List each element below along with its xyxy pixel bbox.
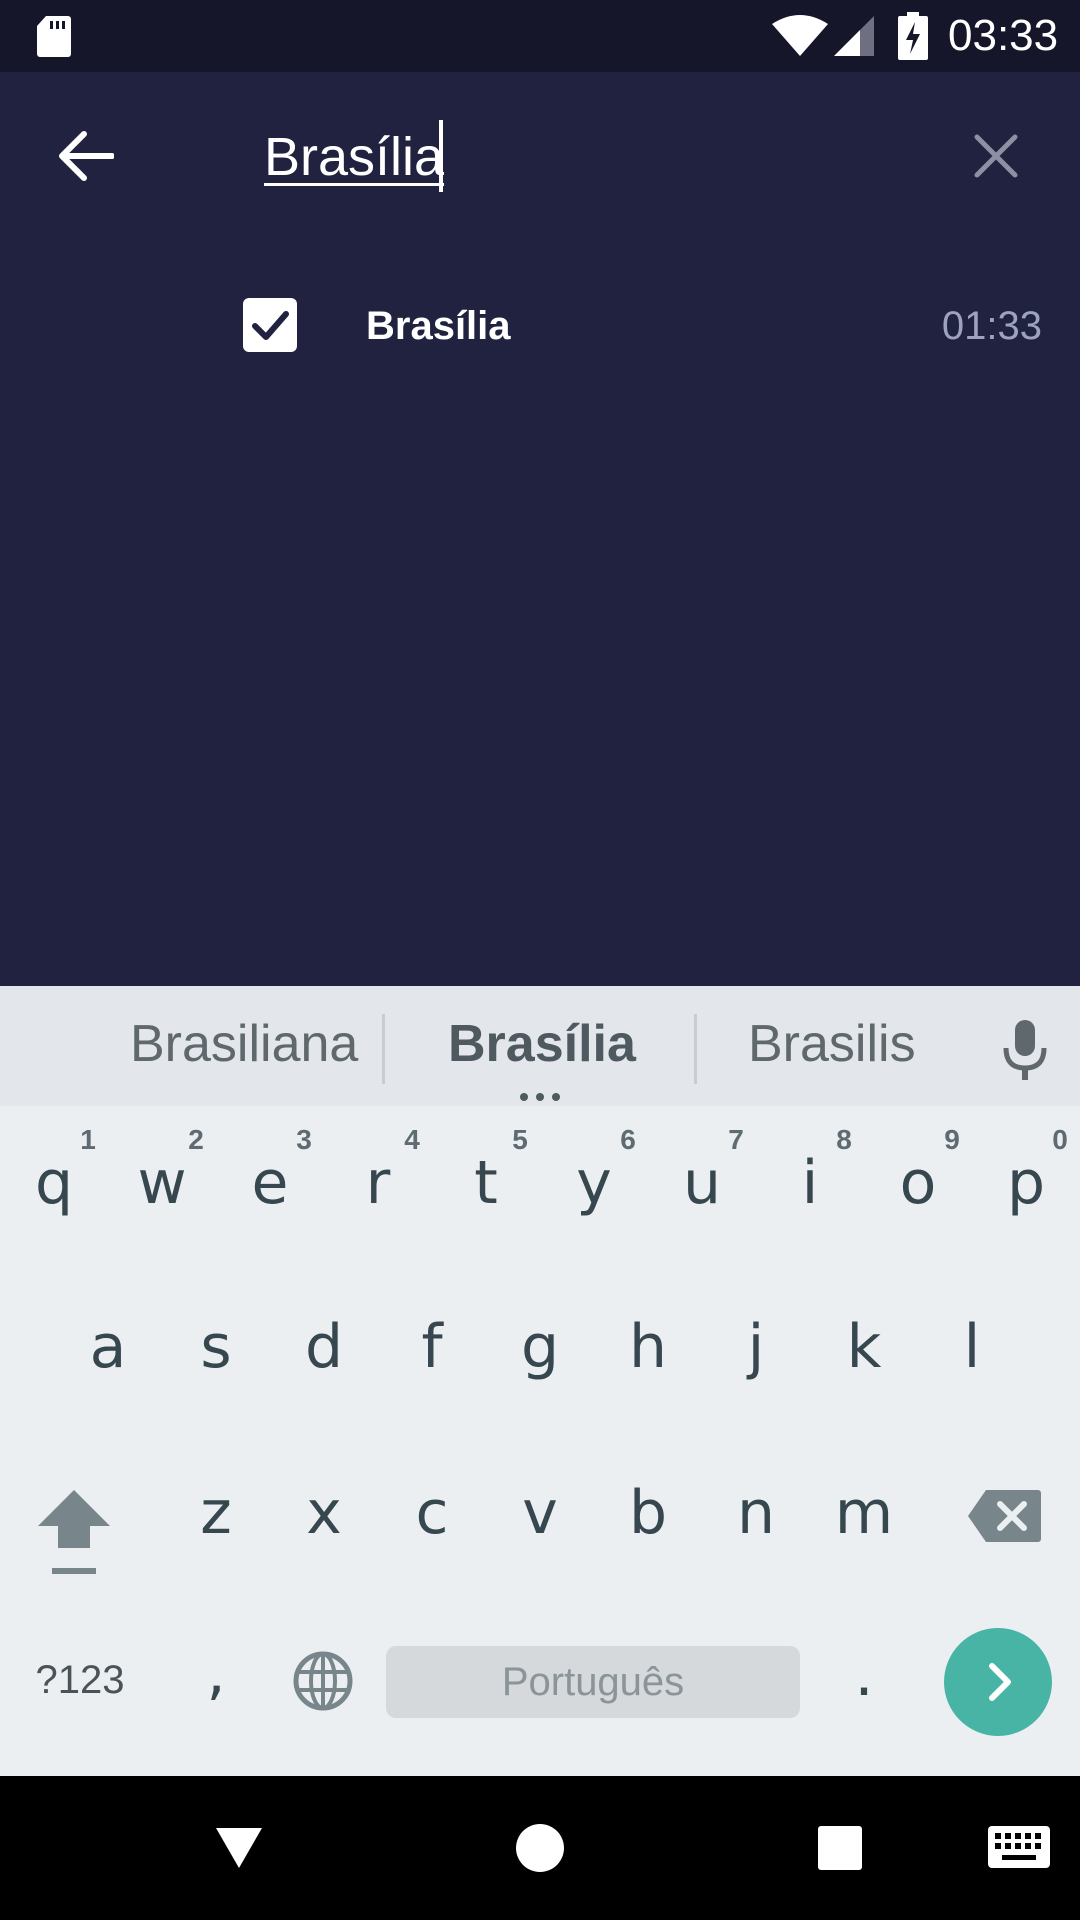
symbols-key[interactable]: ?123 [28,1648,132,1712]
nav-home-icon[interactable] [516,1824,564,1872]
nav-recents-icon[interactable] [818,1826,862,1870]
key-m[interactable]: m [824,1478,904,1548]
key-g[interactable]: g [500,1312,580,1382]
suggestion-divider [382,1014,385,1084]
key-n[interactable]: n [716,1478,796,1548]
back-arrow-icon[interactable] [58,130,114,182]
search-bar [0,72,1080,312]
key-b[interactable]: b [608,1478,688,1548]
suggestion-center[interactable]: Brasília [448,1008,636,1080]
result-city-name: Brasília [366,304,511,348]
key-t[interactable]: t [446,1148,526,1218]
key-s[interactable]: s [176,1312,256,1382]
key-q[interactable]: q [14,1148,94,1218]
key-u[interactable]: u [662,1148,742,1218]
close-icon[interactable] [974,134,1018,178]
sd-card-icon [37,16,71,57]
key-v[interactable]: v [500,1478,580,1548]
key-k[interactable]: k [824,1312,904,1382]
status-time: 03:33 [948,11,1059,60]
more-suggestions-icon[interactable] [518,1092,562,1102]
key-y[interactable]: y [554,1148,634,1218]
key-j[interactable]: j [716,1312,796,1382]
backspace-icon[interactable] [966,1488,1042,1544]
nav-back-icon[interactable] [214,1826,264,1870]
battery-charging-icon [898,12,928,60]
next-button[interactable] [944,1628,1052,1736]
key-i[interactable]: i [770,1148,850,1218]
key-o[interactable]: o [878,1148,958,1218]
key-r[interactable]: r [338,1148,418,1218]
key-d[interactable]: d [284,1312,364,1382]
key-h[interactable]: h [608,1312,688,1382]
space-bar[interactable]: Português [386,1646,800,1718]
keyboard-icon[interactable] [988,1826,1050,1868]
globe-icon[interactable] [292,1650,354,1712]
key-a[interactable]: a [68,1312,148,1382]
wifi-icon [772,15,828,56]
checkbox-checked-icon[interactable] [243,298,297,352]
key-c[interactable]: c [392,1478,472,1548]
status-bar: 03:33 [0,0,1080,72]
shift-icon[interactable] [36,1486,112,1578]
suggestion-strip: Brasiliana Brasília Brasilis [0,986,1080,1106]
key-w[interactable]: w [122,1148,202,1218]
suggestion-divider [694,1014,697,1084]
comma-key[interactable]: , [196,1638,236,1708]
signal-icon [834,16,874,56]
suggestion-right[interactable]: Brasilis [748,1008,916,1080]
navigation-bar [0,1776,1080,1920]
text-caret [439,120,443,192]
key-x[interactable]: x [284,1478,364,1548]
key-l[interactable]: l [932,1312,1012,1382]
key-f[interactable]: f [392,1312,472,1382]
suggestion-left[interactable]: Brasiliana [130,1008,358,1080]
key-p[interactable]: p [986,1148,1066,1218]
result-city-time: 01:33 [941,304,1042,348]
mic-icon[interactable] [1000,1018,1050,1082]
key-e[interactable]: e [230,1148,310,1218]
period-key[interactable]: . [844,1640,884,1710]
search-input[interactable]: Brasília [264,120,444,194]
next-icon [989,1663,1011,1701]
key-z[interactable]: z [176,1478,256,1548]
